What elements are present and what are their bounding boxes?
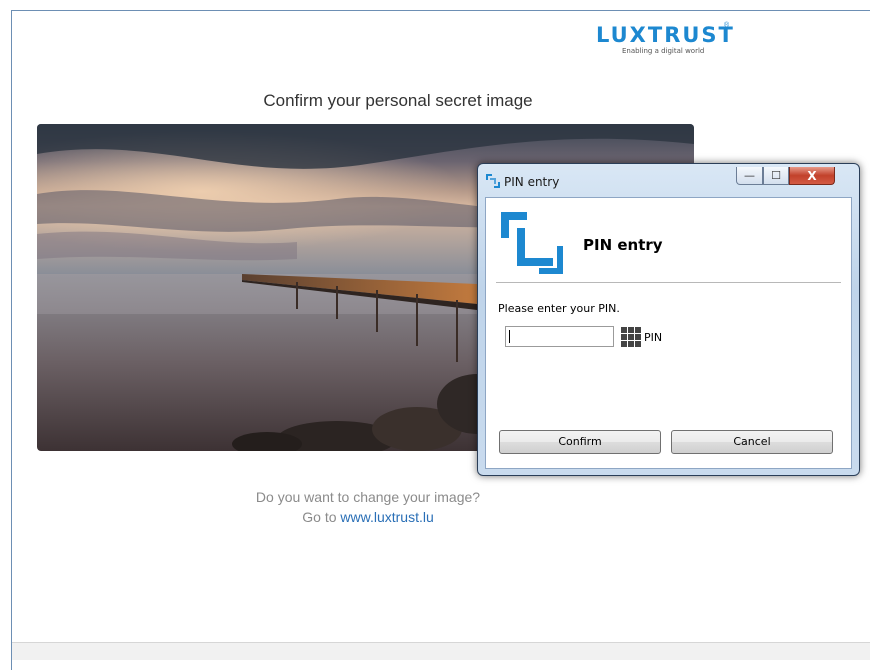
keypad-grid-icon[interactable] (621, 327, 641, 347)
pin-keypad-label: PIN (644, 331, 663, 344)
logo-tagline: Enabling a digital world (622, 47, 705, 55)
maximize-button[interactable]: ☐ (763, 167, 789, 185)
go-to-text: Go to (302, 509, 337, 525)
page-title: Confirm your personal secret image (263, 91, 533, 110)
luxtrust-link[interactable]: www.luxtrust.lu (340, 509, 433, 525)
dialog-header-title: PIN entry (583, 236, 663, 254)
luxtrust-bracket-icon (486, 174, 500, 188)
cancel-button[interactable]: Cancel (671, 430, 833, 454)
logo-registered: ® (724, 22, 730, 29)
change-image-question: Do you want to change your image? (255, 489, 481, 505)
dialog-body: PIN entry Please enter your PIN. PIN Con… (485, 197, 852, 469)
bottom-bar (12, 642, 870, 660)
text-caret (509, 330, 510, 343)
divider (496, 282, 841, 283)
close-button[interactable]: X (789, 167, 835, 185)
luxtrust-bracket-icon (501, 212, 563, 274)
pin-prompt: Please enter your PIN. (498, 302, 620, 315)
dialog-window-title: PIN entry (504, 175, 560, 189)
confirm-button[interactable]: Confirm (499, 430, 661, 454)
logo-text: LUXTRUST (596, 23, 735, 47)
go-to-line: Go to www.luxtrust.lu (0, 507, 736, 527)
pin-input[interactable] (505, 326, 614, 347)
luxtrust-logo: LUXTRUST ® Enabling a digital world (596, 22, 736, 55)
minimize-button[interactable]: — (736, 167, 763, 185)
change-image-info: Do you want to change your image? Go to … (0, 487, 736, 527)
pin-entry-dialog: PIN entry — ☐ X PIN entry Please enter y… (477, 163, 860, 476)
